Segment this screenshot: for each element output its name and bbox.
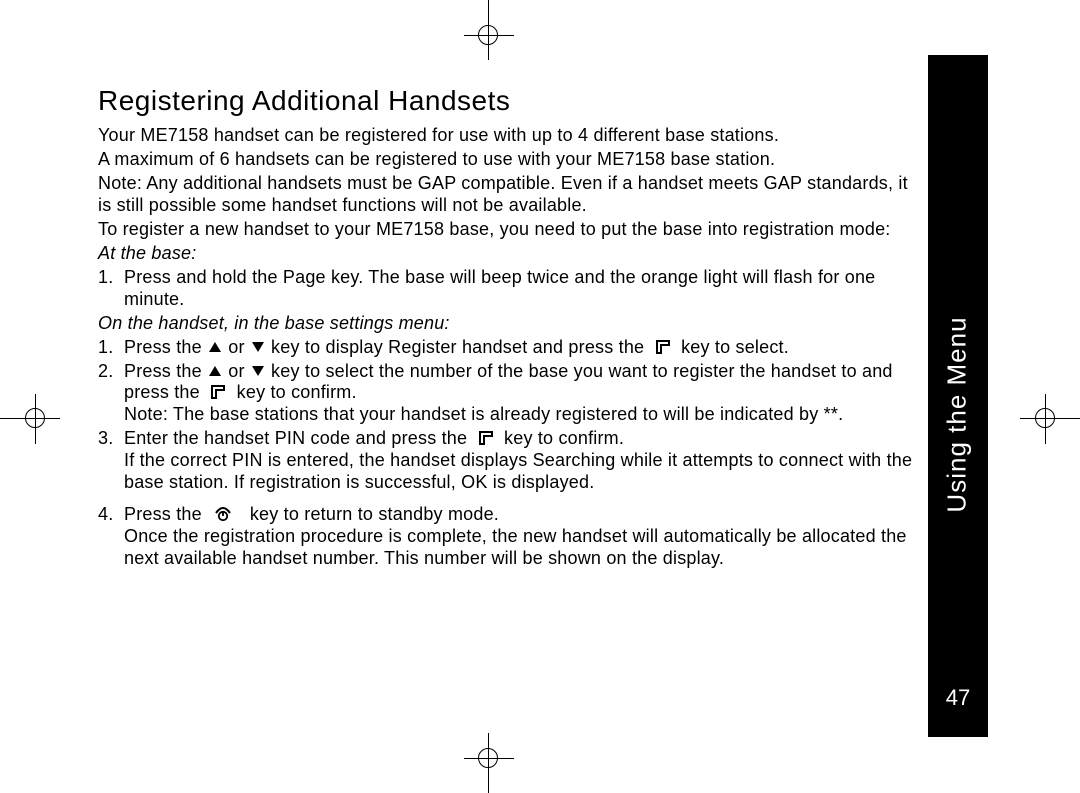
step-text: key to display Register handset and pres… <box>266 337 650 357</box>
on-handset-label: On the handset, in the base settings men… <box>98 313 918 335</box>
at-base-label: At the base: <box>98 243 918 265</box>
intro-note: Note: Any additional handsets must be GA… <box>98 173 918 217</box>
list-body: Press the or key to display Register han… <box>124 337 918 359</box>
list-item: 2. Press the or key to select the number… <box>98 361 918 427</box>
section-tab: Using the Menu 47 <box>928 55 988 737</box>
down-arrow-icon <box>250 339 266 355</box>
power-key-icon <box>212 506 234 522</box>
list-body: Press the key to return to standby mode.… <box>124 504 918 570</box>
softkey-icon <box>210 384 226 400</box>
step-text: key to confirm. <box>499 428 624 448</box>
page-number: 47 <box>928 685 988 711</box>
list-number: 1. <box>98 337 124 359</box>
step-text: Press the <box>124 504 207 524</box>
softkey-icon <box>478 430 494 446</box>
step-note: Once the registration procedure is compl… <box>124 526 918 570</box>
up-arrow-icon <box>207 363 223 379</box>
step-text: Press the <box>124 337 207 357</box>
step-note: If the correct PIN is entered, the hands… <box>124 450 918 494</box>
list-number: 4. <box>98 504 124 570</box>
section-tab-label: Using the Menu <box>942 315 973 515</box>
page-heading: Registering Additional Handsets <box>98 85 918 117</box>
list-number: 3. <box>98 428 124 494</box>
list-number: 1. <box>98 267 124 311</box>
manual-page: Using the Menu 47 Registering Additional… <box>70 55 988 737</box>
list-number: 2. <box>98 361 124 427</box>
list-item: 4. Press the key to return to standby mo… <box>98 504 918 570</box>
list-body: Press the or key to select the number of… <box>124 361 918 427</box>
body-text: Your ME7158 handset can be registered fo… <box>98 125 918 570</box>
list-item: 3. Enter the handset PIN code and press … <box>98 428 918 494</box>
step-text: key to select. <box>676 337 789 357</box>
step-note: Note: The base stations that your handse… <box>124 404 918 426</box>
intro-paragraph: To register a new handset to your ME7158… <box>98 219 918 241</box>
crop-mark <box>25 418 45 419</box>
intro-paragraph: Your ME7158 handset can be registered fo… <box>98 125 918 147</box>
step-text: key to return to standby mode. <box>245 504 499 524</box>
step-text: Enter the handset PIN code and press the <box>124 428 472 448</box>
step-text: Press the <box>124 361 207 381</box>
up-arrow-icon <box>207 339 223 355</box>
page-content: Registering Additional Handsets Your ME7… <box>98 85 918 572</box>
spacer <box>98 496 918 504</box>
step-text: or <box>223 361 250 381</box>
list-body: Press and hold the Page key. The base wi… <box>124 267 918 311</box>
down-arrow-icon <box>250 363 266 379</box>
step-text: or <box>223 337 250 357</box>
crop-mark <box>478 35 498 36</box>
softkey-icon <box>655 339 671 355</box>
intro-paragraph: A maximum of 6 handsets can be registere… <box>98 149 918 171</box>
crop-mark <box>478 758 498 759</box>
list-body: Enter the handset PIN code and press the… <box>124 428 918 494</box>
list-item: 1. Press the or key to display Register … <box>98 337 918 359</box>
list-item: 1. Press and hold the Page key. The base… <box>98 267 918 311</box>
step-text: key to confirm. <box>231 382 356 402</box>
crop-mark <box>1035 418 1055 419</box>
